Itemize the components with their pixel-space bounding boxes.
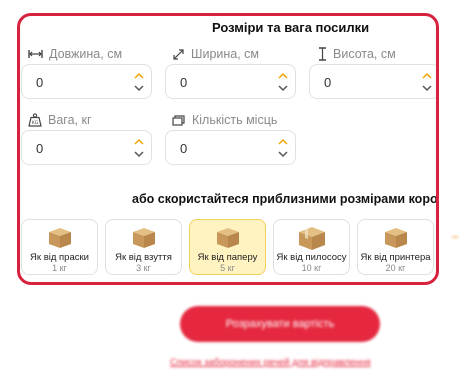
width-value: 0 [180, 75, 188, 90]
length-input[interactable]: 0 [21, 64, 152, 99]
preset-paper[interactable]: Як від паперу 5 кг [189, 219, 266, 275]
preset-weight: 1 кг [52, 263, 67, 273]
weight-input[interactable]: 0 [21, 130, 152, 165]
forbidden-items-link[interactable]: Список заборонених речей для відправленн… [170, 357, 371, 368]
width-label: Ширина, см [172, 47, 259, 61]
svg-text:KG: KG [32, 120, 39, 126]
width-label-text: Ширина, см [191, 47, 260, 61]
weight-label-text: Вага, кг [48, 113, 92, 127]
width-input[interactable]: 0 [165, 64, 296, 99]
preset-weight: 10 кг [301, 263, 322, 273]
weight-label: KG Вага, кг [28, 113, 92, 127]
preset-weight: 20 кг [385, 263, 406, 273]
section-title: Розміри та вага посилки [212, 20, 370, 35]
height-input[interactable]: 0 [309, 64, 436, 99]
cardboard-box-icon [48, 228, 71, 248]
parcel-size-panel: Розміри та вага посилки Довжина, см Шири… [17, 13, 439, 285]
length-value: 0 [36, 75, 44, 90]
stepper-icon[interactable] [277, 135, 289, 161]
weight-value: 0 [36, 141, 44, 156]
presets-title: або скористайтеся приблизними розмірами … [132, 192, 439, 206]
cardboard-box-icon [216, 228, 239, 248]
stepper-icon[interactable] [133, 69, 145, 95]
weight-kg-icon: KG [28, 113, 42, 127]
preset-weight: 5 кг [220, 263, 235, 273]
height-label: Висота, см [318, 47, 396, 61]
stepper-icon[interactable] [277, 69, 289, 95]
decorative-dash [452, 236, 458, 238]
preset-name: Як від паперу [197, 252, 258, 263]
preset-weight: 3 кг [136, 263, 151, 273]
length-label: Довжина, см [28, 47, 122, 61]
preset-name: Як від пилососу [276, 252, 347, 263]
diagonal-arrows-icon [173, 48, 184, 60]
places-value: 0 [180, 141, 188, 156]
cardboard-box-icon [384, 228, 407, 248]
height-bar-icon [319, 47, 326, 61]
boxes-stack-icon [172, 115, 185, 126]
preset-iron[interactable]: Як від праски 1 кг [21, 219, 98, 275]
places-input[interactable]: 0 [165, 130, 296, 165]
cardboard-box-icon [298, 227, 325, 250]
length-label-text: Довжина, см [49, 47, 123, 61]
cardboard-box-icon [132, 228, 155, 248]
preset-name: Як від праски [30, 252, 89, 263]
height-value: 0 [324, 75, 332, 90]
stepper-icon[interactable] [133, 135, 145, 161]
length-arrows-icon [28, 50, 43, 58]
preset-name: Як від принтера [360, 252, 431, 263]
preset-vacuum[interactable]: Як від пилососу 10 кг [273, 219, 350, 275]
preset-name: Як від взуття [115, 252, 172, 263]
calculate-cost-button[interactable]: Розрахувати вартість [180, 306, 380, 342]
height-label-text: Висота, см [333, 47, 396, 61]
places-label: Кількість місць [172, 113, 277, 127]
preset-shoes[interactable]: Як від взуття 3 кг [105, 219, 182, 275]
preset-printer[interactable]: Як від принтера 20 кг [357, 219, 434, 275]
stepper-icon[interactable] [421, 69, 433, 95]
places-label-text: Кількість місць [192, 113, 278, 127]
